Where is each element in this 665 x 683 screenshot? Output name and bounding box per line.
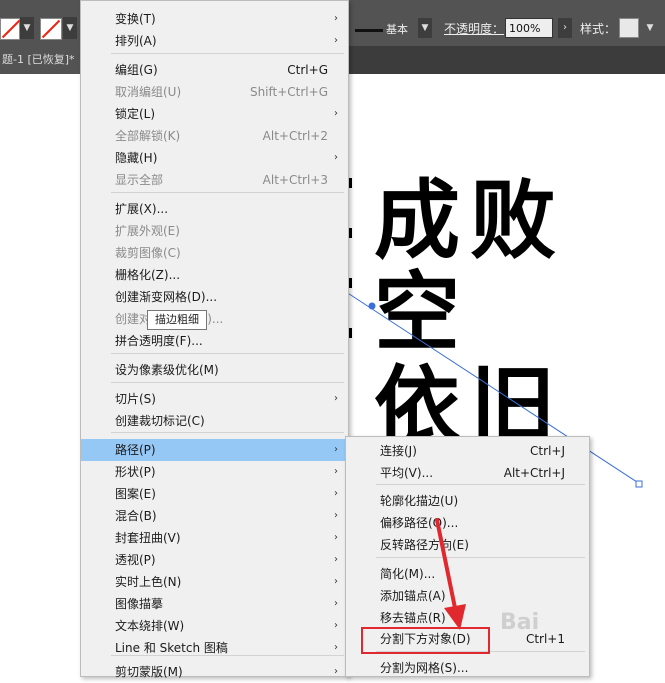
annotation-arrow-icon xyxy=(435,518,466,630)
watermark: Bai xyxy=(500,610,540,635)
